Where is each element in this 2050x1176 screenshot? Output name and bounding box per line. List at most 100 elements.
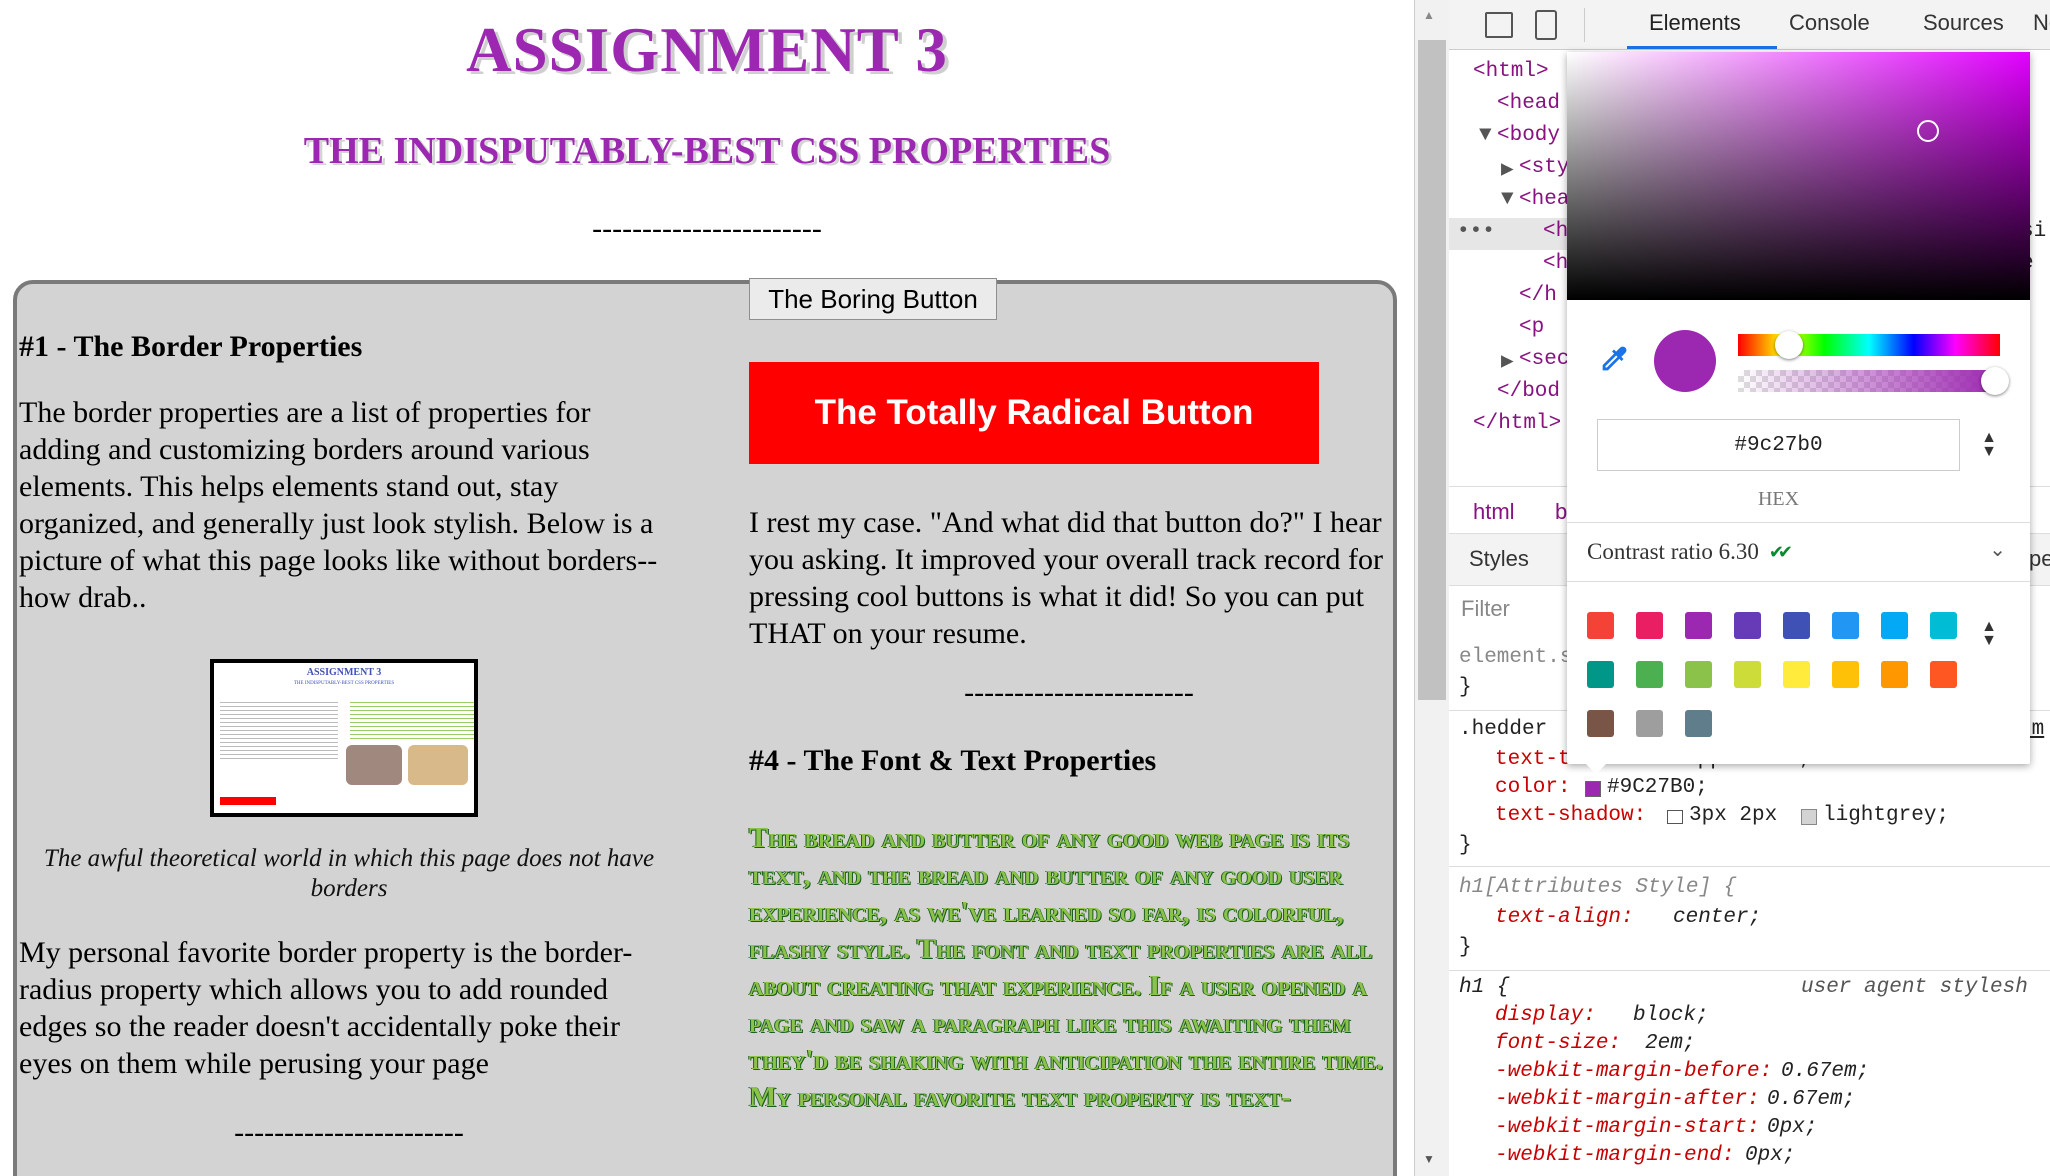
tree-node[interactable]: <body — [1497, 124, 1560, 147]
ua-val: 0px; — [1767, 1116, 1818, 1139]
hex-input[interactable]: #9c27b0 — [1597, 419, 1960, 471]
attr-val: center; — [1673, 906, 1762, 929]
radical-button[interactable]: The Totally Radical Button — [749, 362, 1319, 464]
page-scrollbar[interactable]: ▲ ▼ — [1415, 0, 1449, 1176]
styles-filter-input[interactable]: Filter — [1461, 596, 1510, 622]
saturation-handle[interactable] — [1917, 120, 1939, 142]
color-swatch-icon[interactable] — [1585, 781, 1601, 797]
tree-node[interactable]: <h — [1543, 220, 1568, 243]
color-picker-popover: #9c27b0 ▲ ▼ HEX Contrast ratio 6.30 ✔✔ ⌄ … — [1567, 52, 2030, 774]
page-subheading: The Indisputably-Best CSS Properties — [303, 130, 1111, 172]
tab-sources[interactable]: Sources — [1923, 10, 2004, 36]
tree-node[interactable]: <hea — [1519, 188, 1569, 211]
ua-val: 0.67em; — [1767, 1088, 1856, 1111]
tree-node[interactable]: <h — [1543, 252, 1568, 275]
palette-swatch[interactable] — [1587, 710, 1614, 737]
attr-prop: text-align: — [1495, 906, 1634, 929]
palette-swatch[interactable] — [1734, 612, 1761, 639]
palette-swatch[interactable] — [1832, 661, 1859, 688]
inspect-element-icon[interactable] — [1485, 12, 1513, 38]
palette-swatch[interactable] — [1783, 612, 1810, 639]
element-style-selector: element.s — [1459, 646, 1573, 669]
alpha-handle[interactable] — [1981, 367, 2009, 395]
ua-val: 0.67em; — [1781, 1060, 1870, 1083]
saturation-value-area[interactable] — [1567, 52, 2030, 300]
palette-swatch[interactable] — [1636, 661, 1663, 688]
breadcrumb-item[interactable]: html — [1473, 499, 1515, 525]
eyedropper-icon[interactable] — [1597, 342, 1631, 376]
fancy-text-paragraph: The bread and butter of any good web pag… — [749, 822, 1384, 1113]
hex-label: HEX — [1757, 488, 1800, 510]
color-val[interactable]: #9C27B0; — [1607, 776, 1708, 799]
palette-swatch[interactable] — [1783, 661, 1810, 688]
palette-swatch[interactable] — [1930, 612, 1957, 639]
rule-selector: .hedder — [1459, 718, 1548, 741]
collapse-triangle-icon[interactable]: ▶ — [1501, 348, 1514, 374]
ua-prop: -webkit-margin-start: — [1495, 1116, 1760, 1139]
content-section: #1 - The Border Properties The border pr… — [13, 278, 1397, 1176]
ua-selector: h1 { — [1459, 976, 1510, 999]
palette-swatch[interactable] — [1881, 612, 1908, 639]
popover-arrow — [1582, 760, 1610, 774]
ua-val: 2em; — [1645, 1032, 1696, 1055]
collapse-triangle-icon[interactable]: ▶ — [1501, 156, 1514, 182]
palette-swatch[interactable] — [1685, 710, 1712, 737]
palette-swatch[interactable] — [1685, 612, 1712, 639]
color-prop[interactable]: color: — [1495, 776, 1571, 799]
tree-node[interactable]: <p — [1519, 316, 1544, 339]
palette-swatch[interactable] — [1587, 612, 1614, 639]
rule-divider — [1449, 866, 2050, 867]
more-icon[interactable]: ••• — [1457, 220, 1495, 243]
shadow-val[interactable]: 3px 2px — [1689, 804, 1777, 827]
divider: ----------------------- — [592, 212, 822, 245]
tab-elements[interactable]: Elements — [1649, 10, 1741, 36]
tree-node[interactable]: <html> — [1473, 60, 1549, 83]
attr-selector: h1[Attributes Style] { — [1459, 876, 1737, 899]
palette-swatch[interactable] — [1881, 661, 1908, 688]
active-tab-indicator — [1627, 46, 1777, 49]
expand-triangle-icon[interactable]: ▼ — [1479, 124, 1492, 147]
tree-node[interactable]: <head — [1497, 92, 1560, 115]
contrast-ratio-label: Contrast ratio 6.30 — [1587, 539, 1759, 564]
palette-swatch[interactable] — [1587, 661, 1614, 688]
tab-network[interactable]: Net — [2033, 10, 2050, 36]
tree-node[interactable]: </bod — [1497, 380, 1560, 403]
tree-node[interactable]: <sty — [1519, 156, 1569, 179]
current-color-swatch — [1654, 330, 1716, 392]
palette-swatch[interactable] — [1832, 612, 1859, 639]
scrollbar-thumb[interactable] — [1418, 40, 1446, 700]
tree-node[interactable]: <sec — [1519, 348, 1569, 371]
alpha-slider[interactable] — [1738, 370, 2000, 392]
format-toggle-icon[interactable]: ▲ ▼ — [1979, 430, 1999, 461]
shadow-editor-icon[interactable] — [1667, 810, 1683, 824]
divider: ----------------------- — [234, 1116, 464, 1149]
palette-swatch[interactable] — [1930, 661, 1957, 688]
boring-button[interactable]: The Boring Button — [749, 278, 997, 320]
tab-divider — [1584, 8, 1585, 42]
tab-styles[interactable]: Styles — [1469, 546, 1529, 572]
tree-node[interactable]: </h — [1519, 284, 1557, 307]
hue-handle[interactable] — [1775, 331, 1803, 359]
palette-toggle-icon[interactable]: ▲ ▼ — [1979, 619, 1999, 650]
palette-swatch[interactable] — [1636, 612, 1663, 639]
ua-val: block; — [1633, 1004, 1709, 1027]
tree-node[interactable]: </html> — [1473, 412, 1561, 435]
tab-computed[interactable]: pe — [2029, 546, 2050, 572]
ua-source: user agent stylesh — [1801, 976, 2028, 999]
lightgrey-swatch-icon[interactable] — [1801, 809, 1817, 825]
web-page-viewport: Assignment 3 The Indisputably-Best CSS P… — [0, 0, 1414, 1176]
expand-triangle-icon[interactable]: ▼ — [1501, 188, 1514, 211]
palette-swatch[interactable] — [1685, 661, 1712, 688]
contrast-ratio-row[interactable]: Contrast ratio 6.30 ✔✔ ⌄ — [1567, 522, 2030, 582]
shadow-prop[interactable]: text-shadow: — [1495, 804, 1646, 827]
tab-console[interactable]: Console — [1789, 10, 1870, 36]
chevron-down-icon[interactable]: ⌄ — [1989, 537, 2006, 562]
brace: } — [1459, 676, 1472, 699]
ua-prop: display: — [1495, 1004, 1596, 1027]
palette-swatch[interactable] — [1636, 710, 1663, 737]
shadow-color-val[interactable]: lightgrey; — [1823, 804, 1949, 827]
device-toolbar-icon[interactable] — [1535, 10, 1557, 40]
scroll-up-icon[interactable]: ▲ — [1423, 8, 1435, 22]
palette-swatch[interactable] — [1734, 661, 1761, 688]
scroll-down-icon[interactable]: ▼ — [1423, 1152, 1435, 1166]
